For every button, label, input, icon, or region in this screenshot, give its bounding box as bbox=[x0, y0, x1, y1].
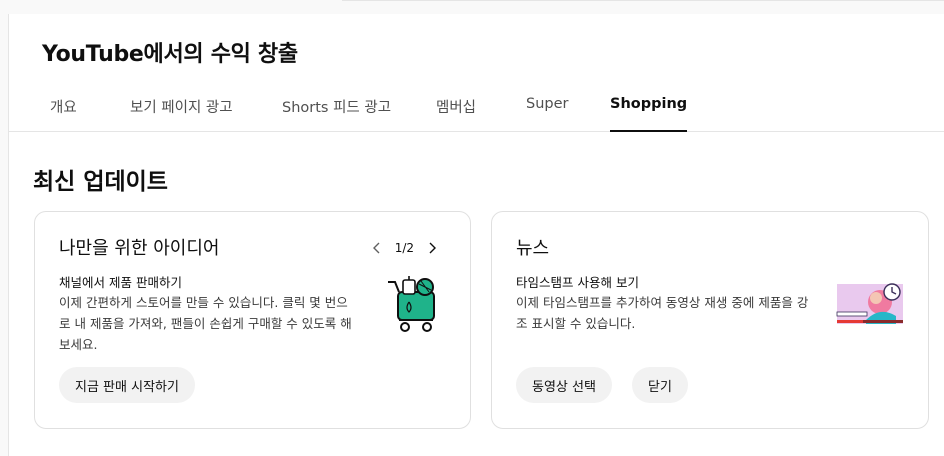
top-bar bbox=[0, 0, 944, 14]
close-button[interactable]: 닫기 bbox=[632, 367, 688, 403]
news-card-subtitle: 타임스탬프 사용해 보기 bbox=[516, 275, 639, 290]
tab-overview[interactable]: 개요 bbox=[50, 96, 77, 132]
page-title: YouTube에서의 수익 창출 bbox=[42, 42, 298, 67]
tab-bar: 개요 보기 페이지 광고 Shorts 피드 광고 멤버십 Super Shop… bbox=[9, 84, 944, 132]
ideas-pager: 1/2 bbox=[369, 238, 440, 258]
top-bar-divider bbox=[342, 0, 944, 1]
news-card-body: 이제 타임스탬프를 추가하여 동영상 재생 중에 제품을 강조 표시할 수 있습… bbox=[516, 295, 809, 331]
chevron-right-icon[interactable] bbox=[424, 240, 440, 256]
ideas-card-body: 이제 간편하게 스토어를 만들 수 있습니다. 클릭 몇 번으로 내 제품을 가… bbox=[59, 295, 352, 352]
pager-count: 1/2 bbox=[394, 241, 414, 255]
video-timestamp-icon bbox=[836, 280, 906, 332]
tab-shopping[interactable]: Shopping bbox=[610, 96, 688, 132]
section-title-latest-updates: 최신 업데이트 bbox=[33, 169, 168, 195]
news-card-title: 뉴스 bbox=[516, 238, 550, 259]
tab-super[interactable]: Super bbox=[526, 96, 568, 132]
start-selling-button[interactable]: 지금 판매 시작하기 bbox=[59, 367, 195, 403]
news-card: 뉴스 타임스탬프 사용해 보기 이제 타임스탬프를 추가하여 동영상 재생 중에… bbox=[491, 211, 929, 429]
ideas-card-subtitle: 채널에서 제품 판매하기 bbox=[59, 275, 182, 290]
select-video-button[interactable]: 동영상 선택 bbox=[516, 367, 612, 403]
shopping-cart-icon bbox=[385, 274, 441, 338]
chevron-left-icon[interactable] bbox=[369, 240, 385, 256]
tab-memberships[interactable]: 멤버십 bbox=[436, 96, 476, 132]
tab-watch-page-ads[interactable]: 보기 페이지 광고 bbox=[130, 96, 233, 132]
main-panel: YouTube에서의 수익 창출 개요 보기 페이지 광고 Shorts 피드 … bbox=[8, 14, 944, 456]
ideas-card: 나만을 위한 아이디어 1/2 채널에서 제품 판매하기 이제 간편하게 스토어… bbox=[34, 211, 471, 429]
ideas-card-title: 나만을 위한 아이디어 bbox=[59, 238, 220, 259]
tab-shorts-feed-ads[interactable]: Shorts 피드 광고 bbox=[282, 96, 391, 132]
